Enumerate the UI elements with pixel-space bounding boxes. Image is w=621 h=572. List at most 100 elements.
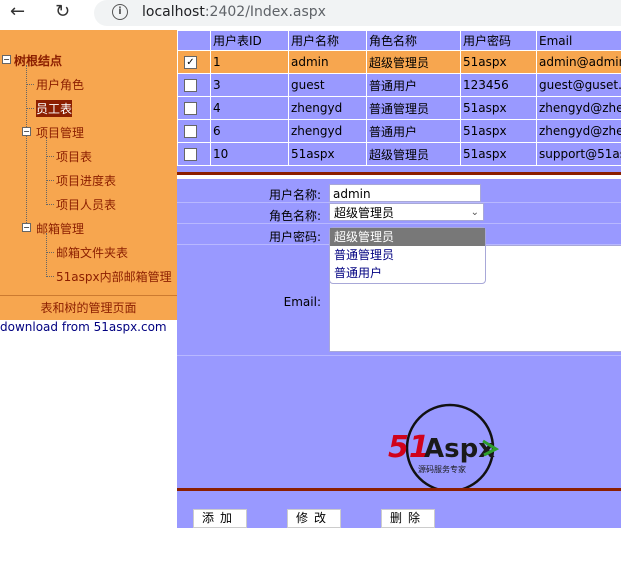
tree-item-project-progress[interactable]: 项目进度表 xyxy=(56,172,116,189)
tree-connector xyxy=(26,108,34,109)
row-checkbox[interactable] xyxy=(184,102,197,115)
url-text[interactable]: localhost:2402/Index.aspx xyxy=(142,4,326,20)
role-option[interactable]: 普通管理员 xyxy=(330,246,485,264)
add-button[interactable]: 添加 xyxy=(193,509,247,528)
cell-id: 3 xyxy=(210,73,289,97)
header-id: 用户表ID xyxy=(210,30,289,51)
collapse-icon[interactable]: − xyxy=(22,127,31,136)
cell-id: 6 xyxy=(210,119,289,143)
tree-connector xyxy=(46,180,54,181)
row-select-cell xyxy=(177,73,211,97)
tree-connector xyxy=(46,204,54,205)
logo-area: 51 Aspx 源码服务专家 xyxy=(177,357,621,493)
collapse-icon[interactable]: − xyxy=(2,55,11,64)
browser-toolbar: ← ↻ i localhost:2402/Index.aspx xyxy=(0,0,621,26)
tree-footer: 表和树的管理页面 xyxy=(0,295,177,320)
row-checkbox[interactable] xyxy=(184,125,197,138)
header-name: 用户名称 xyxy=(288,30,367,51)
role-option[interactable]: 普通用户 xyxy=(330,264,485,282)
user-table: 用户表ID 用户名称 角色名称 用户密码 Email ✓ 1 admin 超级管理员 5… xyxy=(177,30,621,166)
tree-item-internal-mail[interactable]: 51aspx内部邮箱管理 xyxy=(56,268,172,285)
collapse-icon[interactable]: − xyxy=(22,223,31,232)
table-row[interactable]: 6 zhengyd 普通用户 51aspx zhengyd@zher xyxy=(177,119,621,143)
delete-button[interactable]: 删除 xyxy=(381,509,435,528)
tree-panel: − 树根结点 用户角色 员工表 − 项目管理 项目表 项目进度表 项目人员表 −… xyxy=(0,30,177,295)
role-select-value: 超级管理员 xyxy=(334,206,395,220)
tree-connector xyxy=(46,233,47,277)
cell-name: zhengyd xyxy=(288,96,367,120)
cell-password: 51aspx xyxy=(460,119,537,143)
password-label: 用户密码: xyxy=(268,230,321,244)
tree-connector xyxy=(46,156,54,157)
tree-item-user-role[interactable]: 用户角色 xyxy=(36,76,84,93)
cell-id: 1 xyxy=(210,50,289,74)
table-row[interactable]: 10 51aspx 超级管理员 51aspx support@51as xyxy=(177,142,621,166)
username-label: 用户名称: xyxy=(268,188,321,202)
logo-aspx: Aspx xyxy=(424,434,495,464)
cell-role: 超级管理员 xyxy=(366,50,461,74)
row-select-cell xyxy=(177,119,211,143)
tree-item-employee[interactable]: 员工表 xyxy=(36,100,73,117)
info-icon[interactable]: i xyxy=(112,4,128,20)
role-select[interactable]: 超级管理员 ⌄ xyxy=(329,203,484,221)
cell-name: guest xyxy=(288,73,367,97)
cell-name: zhengyd xyxy=(288,119,367,143)
cell-id: 10 xyxy=(210,142,289,166)
cell-role: 普通用户 xyxy=(366,73,461,97)
cell-email: support@51as xyxy=(536,142,621,166)
table-row[interactable]: 3 guest 普通用户 123456 guest@guset.c xyxy=(177,73,621,97)
table-header: 用户表ID 用户名称 角色名称 用户密码 Email xyxy=(177,30,621,51)
tree-connector xyxy=(26,84,34,85)
header-password: 用户密码 xyxy=(460,30,537,51)
cell-password: 123456 xyxy=(460,73,537,97)
tree-connector xyxy=(26,65,27,229)
logo-tagline: 源码服务专家 xyxy=(418,464,466,474)
tree-item-project-mgmt[interactable]: 项目管理 xyxy=(36,124,84,141)
tree-item-mail-folder[interactable]: 邮箱文件夹表 xyxy=(56,244,128,261)
cell-password: 51aspx xyxy=(460,96,537,120)
button-bar: 添加 修改 删除 xyxy=(177,491,621,528)
download-link[interactable]: download from 51aspx.com xyxy=(0,320,167,334)
cell-role: 普通用户 xyxy=(366,119,461,143)
tree-item-project-staff[interactable]: 项目人员表 xyxy=(56,196,116,213)
cell-password: 51aspx xyxy=(460,142,537,166)
row-select-cell xyxy=(177,96,211,120)
cell-password: 51aspx xyxy=(460,50,537,74)
tree-item-project-table[interactable]: 项目表 xyxy=(56,148,92,165)
row-checkbox[interactable]: ✓ xyxy=(184,56,197,69)
role-option[interactable]: 超级管理员 xyxy=(330,228,485,246)
cell-id: 4 xyxy=(210,96,289,120)
cell-email: zhengyd@zher xyxy=(536,96,621,120)
tree-connector xyxy=(46,276,54,277)
cell-email: guest@guset.c xyxy=(536,73,621,97)
row-checkbox[interactable] xyxy=(184,148,197,161)
tree-root[interactable]: 树根结点 xyxy=(14,52,62,69)
51aspx-logo: 51 Aspx 源码服务专家 xyxy=(388,403,500,493)
username-input[interactable]: admin xyxy=(329,184,481,202)
divider xyxy=(177,355,621,356)
cell-name: 51aspx xyxy=(288,142,367,166)
row-select-cell: ✓ xyxy=(177,50,211,74)
header-select xyxy=(177,30,211,51)
email-label: Email: xyxy=(283,295,321,309)
tree-item-mail-mgmt[interactable]: 邮箱管理 xyxy=(36,220,84,237)
cell-name: admin xyxy=(288,50,367,74)
cell-email: zhengyd@zher xyxy=(536,119,621,143)
divider xyxy=(177,172,621,175)
header-role: 角色名称 xyxy=(366,30,461,51)
role-dropdown-list: 超级管理员 普通管理员 普通用户 xyxy=(329,227,486,284)
cell-email: admin@admin xyxy=(536,50,621,74)
reload-icon[interactable]: ↻ xyxy=(55,2,70,22)
tree-connector xyxy=(46,252,54,253)
arrow-left-icon[interactable]: ← xyxy=(10,2,25,22)
table-row[interactable]: 4 zhengyd 普通管理员 51aspx zhengyd@zher xyxy=(177,96,621,120)
edit-button[interactable]: 修改 xyxy=(287,509,341,528)
row-checkbox[interactable] xyxy=(184,79,197,92)
header-email: Email xyxy=(536,30,621,51)
table-row[interactable]: ✓ 1 admin 超级管理员 51aspx admin@admin xyxy=(177,50,621,74)
cell-role: 普通管理员 xyxy=(366,96,461,120)
chevron-down-icon: ⌄ xyxy=(470,207,479,218)
role-label: 角色名称: xyxy=(268,209,321,223)
cell-role: 超级管理员 xyxy=(366,142,461,166)
tree-connector xyxy=(46,137,47,203)
